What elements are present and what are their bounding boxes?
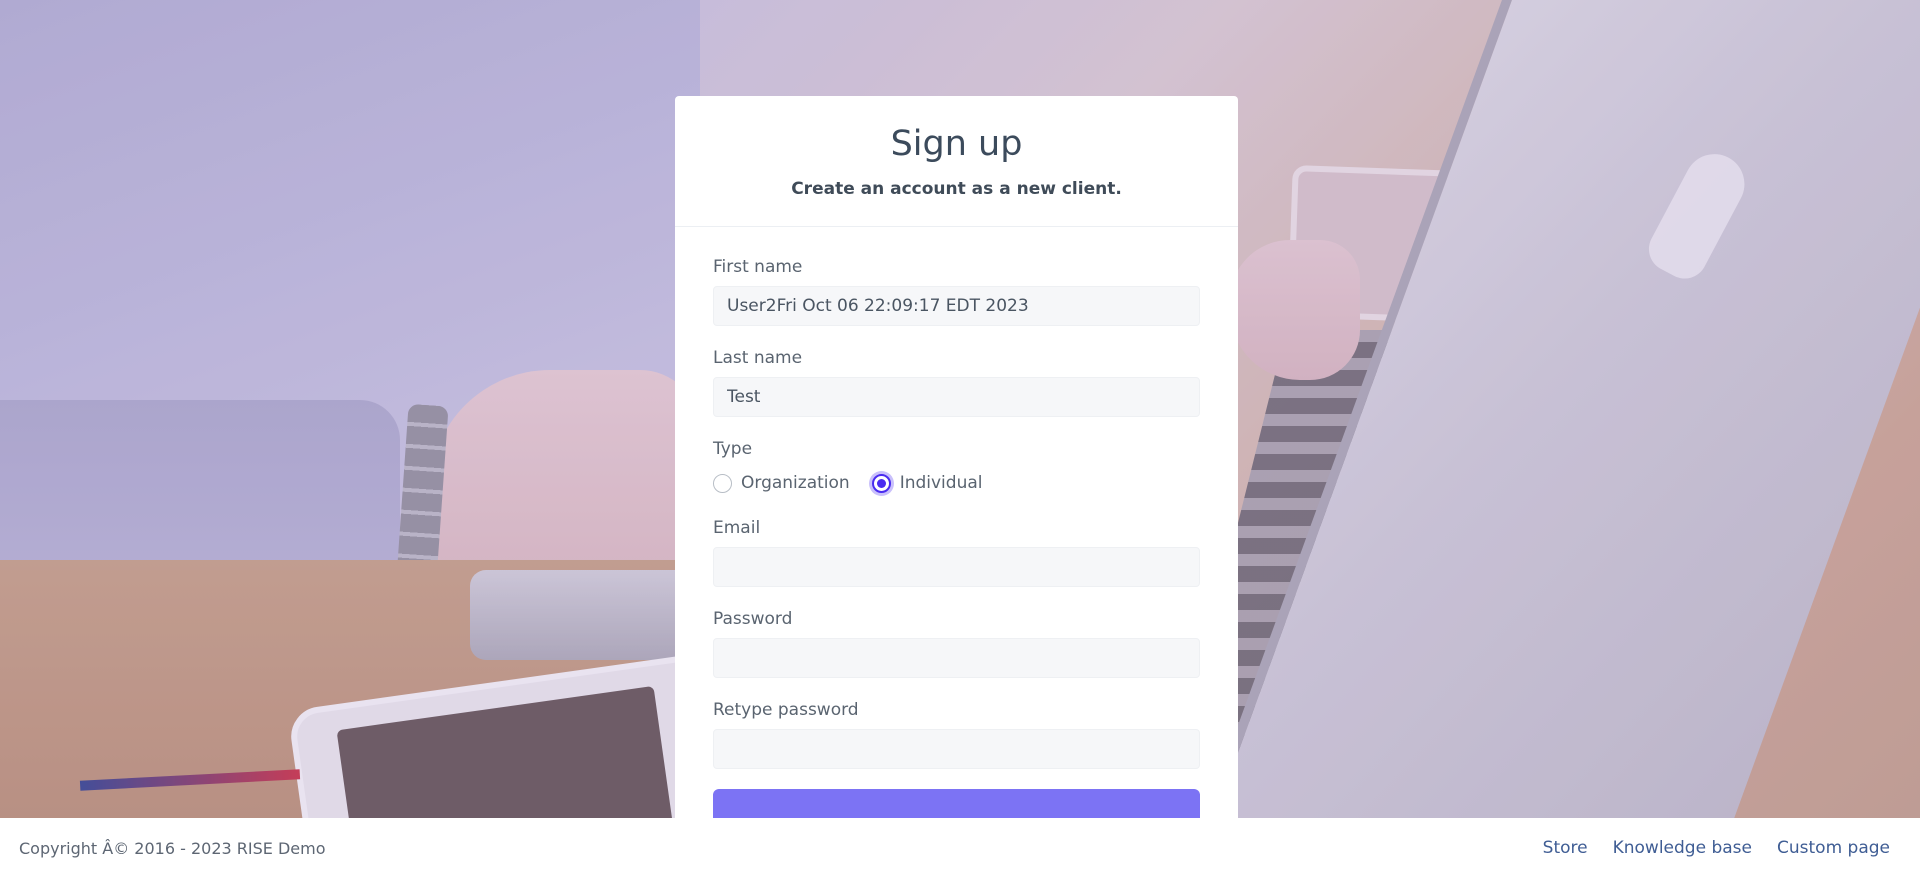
signup-card: Sign up Create an account as a new clien… (675, 96, 1238, 818)
signup-header: Sign up Create an account as a new clien… (675, 96, 1238, 227)
retype-password-input[interactable] (713, 729, 1200, 769)
first-name-input[interactable] (713, 286, 1200, 326)
footer: Copyright Â© 2016 - 2023 RISE Demo Store… (0, 818, 1920, 878)
individual-radio-label[interactable]: Individual (900, 473, 983, 493)
individual-radio[interactable] (871, 473, 891, 493)
type-radio-group: Organization Individual (713, 468, 1200, 498)
footer-links: Store Knowledge base Custom page (1543, 838, 1890, 858)
type-label: Type (713, 439, 753, 459)
signup-submit-button[interactable] (713, 789, 1200, 818)
password-input[interactable] (713, 638, 1200, 678)
custom-page-link[interactable]: Custom page (1777, 838, 1890, 858)
retype-password-label: Retype password (713, 700, 859, 720)
page-title: Sign up (890, 124, 1023, 164)
last-name-input[interactable] (713, 377, 1200, 417)
knowledge-base-link[interactable]: Knowledge base (1613, 838, 1752, 858)
last-name-label: Last name (713, 348, 803, 368)
email-label: Email (713, 518, 761, 538)
signup-form: First name Last name Type Organization I… (675, 227, 1238, 818)
password-label: Password (713, 609, 793, 629)
organization-radio-label[interactable]: Organization (741, 473, 850, 493)
store-link[interactable]: Store (1543, 838, 1588, 858)
page-subtitle: Create an account as a new client. (791, 179, 1122, 199)
organization-radio[interactable] (713, 473, 732, 493)
first-name-label: First name (713, 257, 803, 277)
copyright-text: Copyright Â© 2016 - 2023 RISE Demo (19, 838, 326, 858)
email-input[interactable] (713, 547, 1200, 587)
